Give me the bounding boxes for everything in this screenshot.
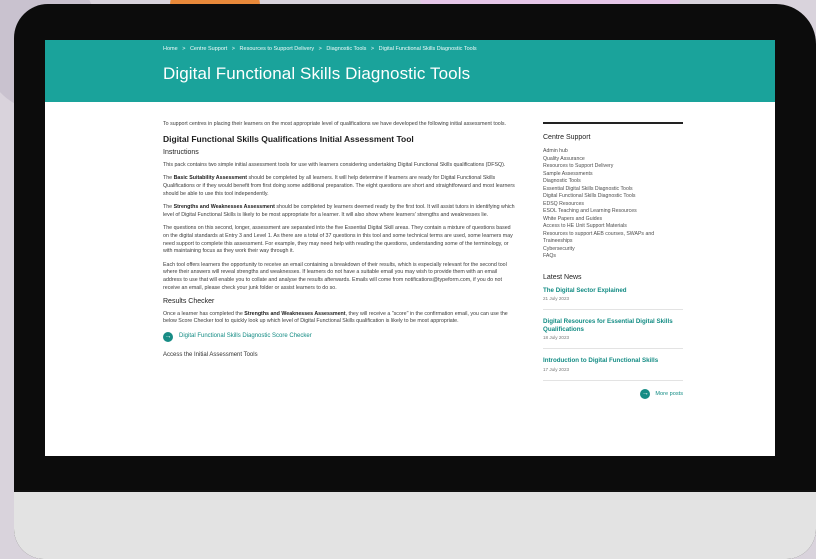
sidebar-title: Centre Support — [543, 134, 591, 141]
news-item: The Digital Sector Explained 21 July 202… — [543, 287, 683, 310]
breadcrumb-separator: > — [231, 46, 236, 52]
breadcrumb-current: Digital Functional Skills Diagnostic Too… — [378, 46, 477, 52]
sidebar-item-edsq-resources[interactable]: EDSQ Resources — [543, 201, 683, 209]
breadcrumb-resources[interactable]: Resources to Support Delivery — [240, 46, 315, 52]
arrow-right-icon: → — [640, 388, 651, 399]
more-posts-button[interactable]: → More posts — [543, 388, 683, 399]
paragraph-results: Once a learner has completed the Strengt… — [163, 310, 508, 325]
sidebar-nav: Admin hub Quality Assurance Resources to… — [543, 148, 683, 261]
sidebar-item-quality-assurance[interactable]: Quality Assurance — [543, 156, 683, 164]
breadcrumb-separator: > — [318, 46, 322, 52]
access-tools-heading: Access the Initial Assessment Tools — [163, 351, 258, 358]
sidebar-item-aeb[interactable]: Resources to support AEB courses, SWAPs … — [543, 231, 683, 246]
instructions-heading: Instructions — [163, 149, 199, 157]
more-posts-label: More posts — [655, 390, 683, 397]
sidebar-item-esol[interactable]: ESOL Teaching and Learning Resources — [543, 208, 683, 216]
breadcrumb-home[interactable]: Home — [163, 46, 178, 52]
news-date: 17 July 2023 — [543, 366, 570, 372]
web-page: Home > Centre Support > Resources to Sup… — [45, 40, 775, 456]
breadcrumb-separator: > — [182, 46, 186, 52]
paragraph-basic-suitability: The Basic Suitability Assessment should … — [163, 175, 515, 197]
latest-news-title: Latest News — [543, 273, 582, 281]
monitor-bezel-bottom — [14, 490, 816, 559]
breadcrumb-diagnostic-tools[interactable]: Diagnostic Tools — [326, 46, 366, 52]
sidebar-item-faqs[interactable]: FAQs — [543, 253, 683, 261]
arrow-right-icon: → — [163, 331, 173, 342]
section-heading: Digital Functional Skills Qualifications… — [163, 133, 414, 144]
news-item: Introduction to Digital Functional Skill… — [543, 357, 683, 381]
paragraph-strengths: The Strengths and Weaknesses Assessment … — [163, 204, 515, 218]
results-checker-heading: Results Checker — [163, 298, 215, 306]
sidebar-item-eds-diagnostic[interactable]: Essential Digital Skills Diagnostic Tool… — [543, 186, 683, 194]
sidebar-item-diagnostic-tools[interactable]: Diagnostic Tools — [543, 178, 683, 186]
sidebar-item-resources[interactable]: Resources to Support Delivery — [543, 163, 683, 171]
score-checker-label: Digital Functional Skills Diagnostic Sco… — [179, 333, 312, 340]
paragraph-pack: This pack contains two simple initial as… — [163, 161, 506, 168]
sidebar-divider — [543, 122, 683, 124]
intro-text: To support centres in placing their lear… — [163, 121, 507, 127]
news-link[interactable]: Introduction to Digital Functional Skill… — [543, 357, 683, 365]
page-header: Home > Centre Support > Resources to Sup… — [45, 40, 775, 102]
page-title: Digital Functional Skills Diagnostic Too… — [163, 64, 471, 83]
paragraph-questions: The questions on this second, longer, as… — [163, 225, 513, 255]
score-checker-link[interactable]: → Digital Functional Skills Diagnostic S… — [163, 331, 517, 342]
breadcrumb-centre-support[interactable]: Centre Support — [190, 46, 227, 52]
sidebar-item-admin-hub[interactable]: Admin hub — [543, 148, 683, 156]
news-date: 21 July 2023 — [543, 296, 570, 301]
paragraph-email: Each tool offers learners the opportunit… — [163, 261, 507, 291]
sidebar-item-dfs-diagnostic[interactable]: Digital Functional Skills Diagnostic Too… — [543, 193, 683, 201]
main-content: To support centres in placing their lear… — [163, 102, 517, 399]
sidebar-item-sample-assessments[interactable]: Sample Assessments — [543, 171, 683, 179]
breadcrumb: Home > Centre Support > Resources to Sup… — [163, 46, 775, 52]
news-item: Digital Resources for Essential Digital … — [543, 318, 683, 349]
sidebar-item-white-papers[interactable]: White Papers and Guides — [543, 216, 683, 224]
news-link[interactable]: The Digital Sector Explained — [543, 287, 683, 295]
news-date: 18 July 2023 — [543, 335, 570, 340]
sidebar-item-access-he[interactable]: Access to HE Unit Support Materials — [543, 223, 683, 231]
sidebar: Centre Support Admin hub Quality Assuran… — [543, 102, 683, 399]
sidebar-item-cybersecurity[interactable]: Cybersecurity — [543, 246, 683, 254]
breadcrumb-separator: > — [370, 46, 375, 52]
news-link[interactable]: Digital Resources for Essential Digital … — [543, 318, 683, 333]
